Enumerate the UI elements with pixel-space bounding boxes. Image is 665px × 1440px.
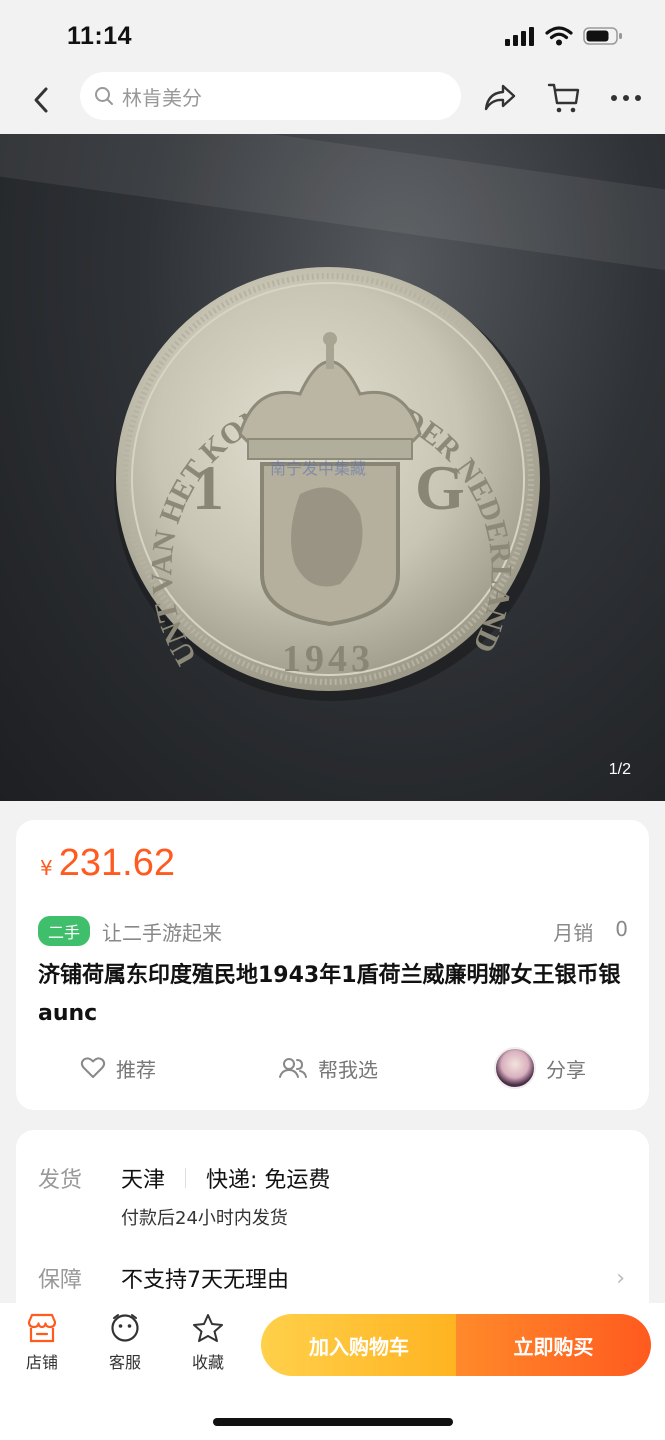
action-row: 推荐 帮我选 分享 (16, 1046, 649, 1090)
chat-face-icon (111, 1314, 139, 1342)
signal-icon (505, 27, 534, 46)
help-choose-button[interactable]: 帮我选 (278, 1054, 378, 1083)
status-time: 11:14 (67, 22, 133, 50)
product-page: 11:14 林肯美分 UNT VAN HET KO ER NEDERLAND 1… (0, 0, 665, 1440)
guarantee-info[interactable]: 不支持7天无理由 (121, 1262, 289, 1294)
price-value: 231.62 (58, 842, 175, 884)
guarantee-label: 保障 (38, 1268, 83, 1293)
shipping-card: 发货 天津 快递: 免运费 付款后24小时内发货 保障 不支持7天无理由 › (16, 1130, 649, 1330)
coin-denomination-right: G (415, 452, 465, 523)
coin-denomination-left: 1 (192, 452, 224, 523)
cart-icon (547, 83, 580, 113)
secondhand-badge: 二手 (38, 916, 91, 946)
ship-time: 付款后24小时内发货 (121, 1208, 288, 1229)
status-icons (505, 26, 623, 46)
product-image[interactable]: MUNT VAN HET KONINGRIJK DER NEDERLANDEN … (0, 134, 665, 801)
avatar (494, 1047, 536, 1089)
more-icon (611, 95, 641, 101)
coin-image: MUNT VAN HET KONINGRIJK DER NEDERLANDEN … (0, 134, 550, 701)
bottom-bar: 店铺 客服 收藏 加入购物车 立即购买 (0, 1303, 665, 1440)
wifi-icon (545, 26, 573, 46)
store-icon (27, 1313, 57, 1343)
recommend-label: 推荐 (116, 1057, 156, 1082)
star-icon (193, 1314, 223, 1342)
favorite-tab[interactable]: 收藏 (173, 1313, 243, 1373)
divider (185, 1168, 187, 1188)
chevron-left-icon (34, 87, 48, 113)
help-choose-label: 帮我选 (318, 1057, 378, 1082)
nav-bar: 林肯美分 (0, 72, 665, 134)
recommend-button[interactable]: 推荐 (80, 1054, 156, 1083)
status-bar: 11:14 (0, 0, 665, 72)
heart-icon (80, 1057, 106, 1078)
ship-from: 天津 (121, 1168, 166, 1193)
more-button[interactable] (608, 80, 644, 116)
currency-symbol: ¥ (40, 856, 53, 880)
express-info: 快递: 免运费 (206, 1168, 331, 1193)
search-icon (95, 87, 113, 105)
store-label: 店铺 (25, 1353, 58, 1372)
store-tab[interactable]: 店铺 (7, 1313, 77, 1373)
add-to-cart-button[interactable]: 加入购物车 (261, 1314, 457, 1376)
share-action-button[interactable]: 分享 (494, 1047, 586, 1089)
share-label: 分享 (546, 1057, 586, 1082)
battery-icon (583, 27, 622, 45)
coin-year: 1943 (282, 638, 374, 680)
buy-now-button[interactable]: 立即购买 (456, 1314, 651, 1376)
image-watermark: 南宁发中集藏 (270, 459, 366, 478)
search-placeholder: 林肯美分 (122, 85, 202, 110)
sales-value: 0 (615, 916, 628, 941)
monthly-sales: 月销 0 (553, 917, 628, 946)
service-label: 客服 (108, 1353, 141, 1372)
share-button[interactable] (482, 80, 518, 116)
favorite-label: 收藏 (191, 1353, 224, 1372)
home-indicator (213, 1418, 453, 1426)
sales-label: 月销 (553, 920, 594, 945)
back-button[interactable] (24, 83, 58, 117)
ship-label: 发货 (38, 1168, 83, 1193)
price-card: ¥ 231.62 二手 让二手游起来 月销 0 济铺荷属东印度殖民地1943年1… (16, 820, 649, 1110)
product-title: 济铺荷属东印度殖民地1943年1盾荷兰威廉明娜女王银币银 aunc (38, 963, 621, 1026)
image-counter: 1/2 (608, 761, 631, 778)
ship-info: 天津 快递: 免运费 (121, 1162, 330, 1194)
chevron-right-icon[interactable]: › (616, 1266, 625, 1291)
cart-button[interactable] (546, 80, 582, 116)
price: ¥ 231.62 (40, 842, 175, 885)
search-input[interactable]: 林肯美分 (80, 72, 461, 120)
service-tab[interactable]: 客服 (90, 1313, 160, 1373)
slogan: 让二手游起来 (102, 920, 223, 945)
share-icon (484, 84, 516, 111)
tag-row: 二手 让二手游起来 月销 0 (38, 916, 628, 946)
people-icon (279, 1058, 307, 1078)
